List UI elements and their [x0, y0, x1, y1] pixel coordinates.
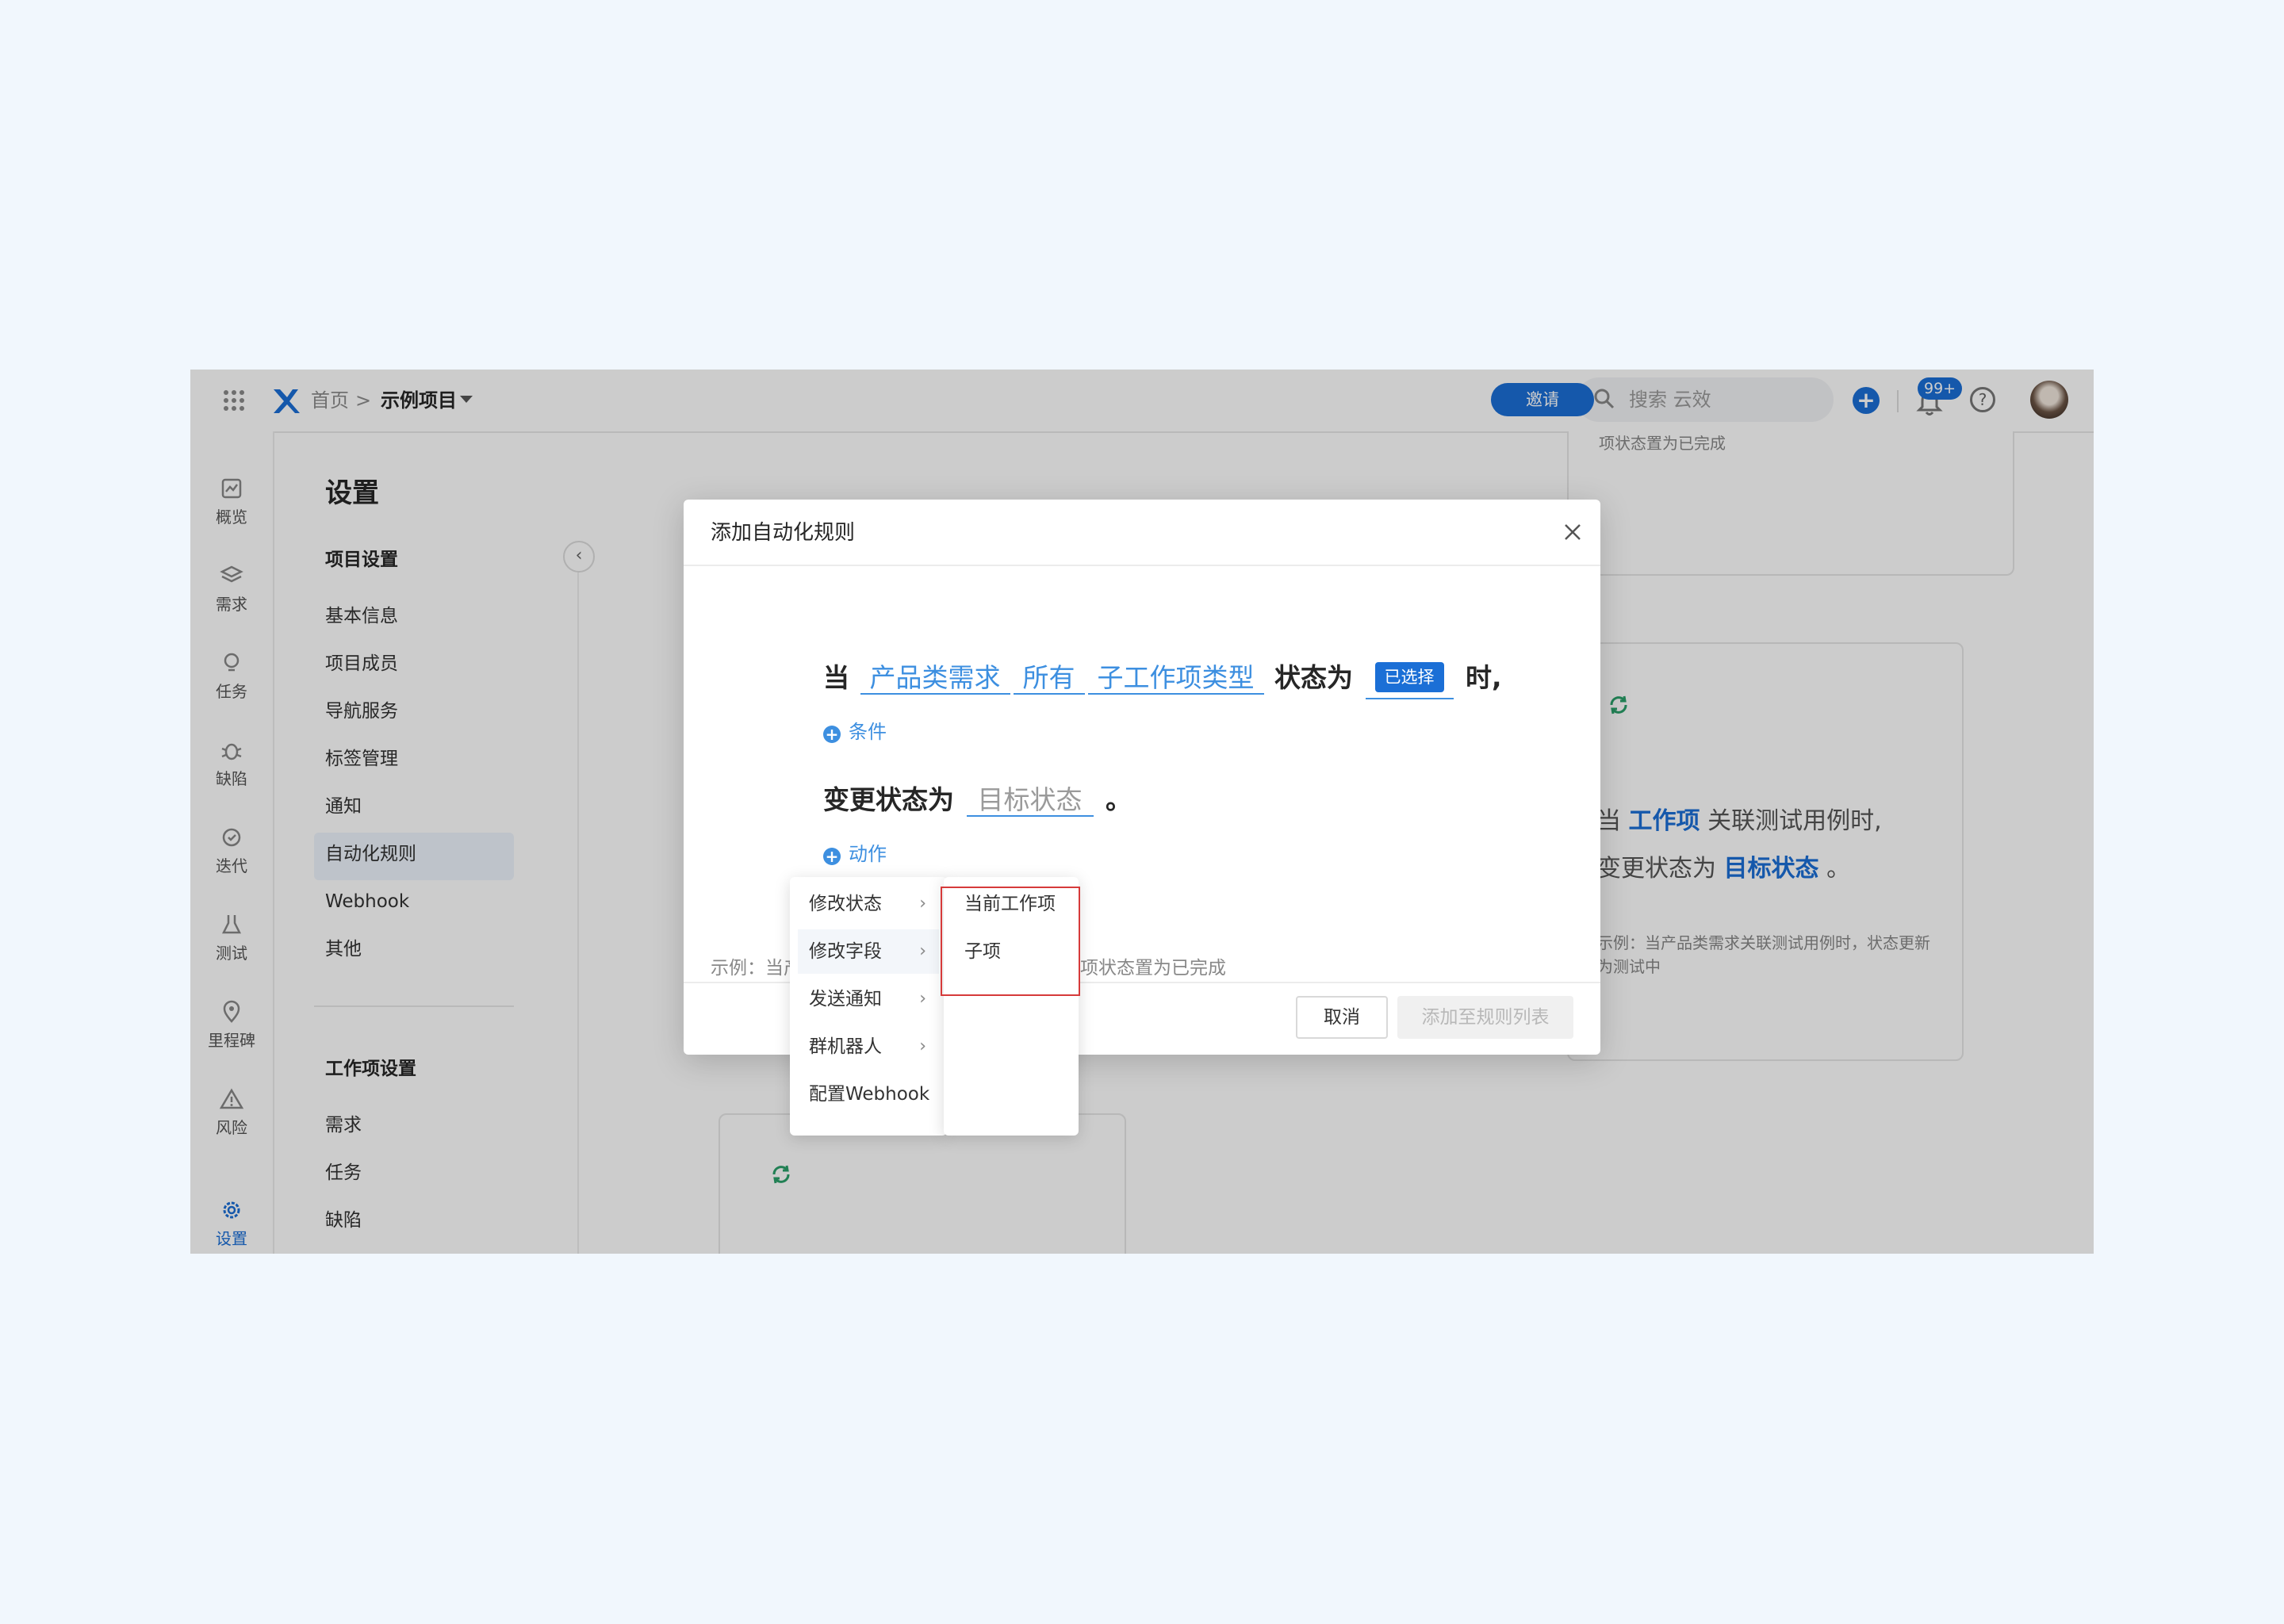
rule-text: 变更状态为: [823, 784, 954, 815]
subitem-type-selector[interactable]: 子工作项类型: [1087, 662, 1264, 695]
action-menu: 修改状态 › 修改字段 › 发送通知 › 群机器人 › 配置Webhook: [790, 877, 947, 1136]
add-condition-label: 条件: [849, 721, 887, 743]
chevron-right-icon: ›: [919, 894, 926, 914]
add-to-list-button[interactable]: 添加至规则列表: [1397, 996, 1573, 1039]
menu-item-group-bot[interactable]: 群机器人 ›: [798, 1025, 939, 1069]
rule-text: 时,: [1466, 662, 1502, 693]
example-text: 示例：当产: [711, 958, 802, 979]
menu-item-label: 发送通知: [809, 989, 882, 1009]
example-text-tail: 项状态置为已完成: [1080, 958, 1226, 979]
selected-chip: 已选择: [1374, 661, 1444, 692]
dialog-title: 添加自动化规则: [711, 521, 856, 545]
annotation-highlight-box: [941, 887, 1080, 996]
menu-item-label: 群机器人: [809, 1036, 882, 1057]
menu-item-label: 配置Webhook: [809, 1084, 930, 1105]
plus-circle-icon: +: [823, 848, 841, 865]
add-action-button[interactable]: + 动作: [823, 841, 887, 868]
rule-text: 。: [1106, 784, 1132, 815]
app-window: 首页 > 示例项目 搜索 云效 邀请 + 99+ ? 概览 需求 任务 缺陷 迭…: [190, 370, 2094, 1254]
chevron-right-icon: ›: [919, 989, 926, 1009]
add-action-label: 动作: [849, 843, 887, 865]
dialog-header: 添加自动化规则: [684, 500, 1600, 566]
plus-circle-icon: +: [823, 726, 841, 743]
menu-item-config-webhook[interactable]: 配置Webhook: [798, 1072, 939, 1116]
menu-item-label: 修改字段: [809, 941, 882, 962]
menu-item-change-status[interactable]: 修改状态 ›: [798, 882, 939, 926]
scope-selector[interactable]: 所有: [1013, 662, 1085, 695]
close-icon[interactable]: [1561, 520, 1585, 544]
add-condition-button[interactable]: + 条件: [823, 718, 887, 745]
menu-item-label: 修改状态: [809, 894, 882, 914]
chevron-right-icon: ›: [919, 1036, 926, 1056]
rule-text: 状态为: [1274, 662, 1353, 693]
cancel-button[interactable]: 取消: [1296, 996, 1388, 1039]
chevron-right-icon: ›: [919, 941, 926, 961]
target-status-selector[interactable]: 目标状态: [966, 784, 1094, 817]
rule-action-line: 变更状态为 目标状态 。: [823, 780, 1132, 820]
menu-item-change-field[interactable]: 修改字段 ›: [798, 929, 939, 974]
menu-item-send-notification[interactable]: 发送通知 ›: [798, 977, 939, 1021]
rule-text: 当: [823, 662, 849, 693]
workitem-type-selector[interactable]: 产品类需求: [860, 662, 1010, 695]
status-selector[interactable]: 已选择: [1365, 659, 1454, 699]
rule-trigger-line: 当 产品类需求 所有 子工作项类型 状态为 已选择 时,: [823, 658, 1502, 699]
